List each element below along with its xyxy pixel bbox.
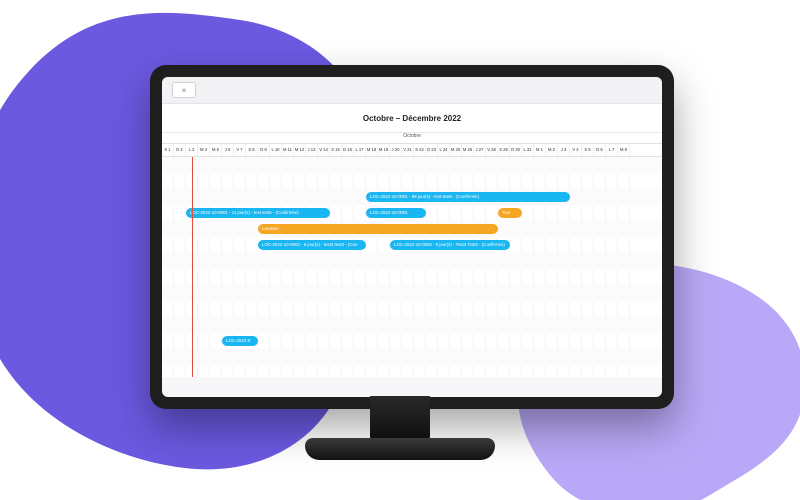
day-header-cell: M 1 xyxy=(534,144,546,156)
day-header-cell: D 9 xyxy=(258,144,270,156)
day-header-cell: S 8 xyxy=(246,144,258,156)
day-header-cell: L 10 xyxy=(270,144,282,156)
day-header-cell: L 17 xyxy=(354,144,366,156)
gantt-bar[interactable]: LOC-2022-0 xyxy=(222,336,258,346)
monitor-stand-neck xyxy=(370,396,430,442)
grid-row xyxy=(162,365,662,377)
close-icon: × xyxy=(182,86,187,95)
day-header-cell: V 28 xyxy=(486,144,498,156)
grid-row xyxy=(162,349,662,365)
gantt-bar[interactable]: Location xyxy=(258,224,498,234)
day-header-cell: S 5 xyxy=(582,144,594,156)
grid-row xyxy=(162,285,662,301)
day-header-cell: S 1 xyxy=(162,144,174,156)
day-header-cell: L 3 xyxy=(186,144,198,156)
day-header-cell: L 24 xyxy=(438,144,450,156)
period-title: Octobre – Décembre 2022 xyxy=(363,114,461,123)
day-header-cell: J 3 xyxy=(558,144,570,156)
grid-row xyxy=(162,253,662,269)
day-header-cell: M 8 xyxy=(618,144,630,156)
day-header-cell: S 15 xyxy=(330,144,342,156)
gantt-grid[interactable]: LOC-2022-10-0001 - 69 jour(s) - test tes… xyxy=(162,157,662,377)
gantt-bar[interactable]: LOC-2022-10-0001 - 69 jour(s) - test tes… xyxy=(366,192,570,202)
day-header-cell: J 6 xyxy=(222,144,234,156)
day-header-cell: J 20 xyxy=(390,144,402,156)
grid-row xyxy=(162,301,662,317)
monitor-frame: × Octobre – Décembre 2022 Octobre S 1D 2… xyxy=(150,65,674,409)
close-button[interactable]: × xyxy=(172,82,196,98)
day-header-cell: D 16 xyxy=(342,144,354,156)
day-header-cell: S 22 xyxy=(414,144,426,156)
day-header-cell: M 2 xyxy=(546,144,558,156)
gantt-bar[interactable]: LOC-2022-10-0003 - 9 jour(s) - Test3 Tes… xyxy=(390,240,510,250)
day-header-cell: V 14 xyxy=(318,144,330,156)
monitor-stand-base xyxy=(305,438,495,460)
day-header-cell: M 11 xyxy=(282,144,294,156)
title-area: Octobre – Décembre 2022 xyxy=(162,104,662,133)
day-header-cell: M 4 xyxy=(198,144,210,156)
day-header-cell: D 23 xyxy=(426,144,438,156)
day-header-cell: S 29 xyxy=(498,144,510,156)
day-header-cell: M 5 xyxy=(210,144,222,156)
day-header-cell: D 30 xyxy=(510,144,522,156)
day-header-cell: D 6 xyxy=(594,144,606,156)
window-topbar: × xyxy=(162,77,662,104)
gantt-bar[interactable]: LOC-2022-10-0002 - 6 jour(s) - test3 tes… xyxy=(258,240,366,250)
day-header-cell: M 12 xyxy=(294,144,306,156)
day-header-cell: J 13 xyxy=(306,144,318,156)
day-header-cell: J 27 xyxy=(474,144,486,156)
day-header-cell: L 7 xyxy=(606,144,618,156)
grid-row xyxy=(162,317,662,333)
day-header-cell: V 21 xyxy=(402,144,414,156)
app-screen: × Octobre – Décembre 2022 Octobre S 1D 2… xyxy=(162,77,662,397)
day-header-cell: M 26 xyxy=(462,144,474,156)
today-marker xyxy=(192,157,193,377)
day-header-cell: M 18 xyxy=(366,144,378,156)
gantt-bar[interactable]: Test xyxy=(498,208,522,218)
month-label: Octobre xyxy=(403,133,421,139)
gantt-bar[interactable]: LOC-2022-10-0001 xyxy=(366,208,426,218)
day-header-cell: D 2 xyxy=(174,144,186,156)
day-header-cell: M 25 xyxy=(450,144,462,156)
grid-row xyxy=(162,173,662,189)
gantt-bar[interactable]: LOC-2022-10-0001 - 11 jour(s) - test tes… xyxy=(186,208,330,218)
day-header-cell: L 31 xyxy=(522,144,534,156)
grid-row xyxy=(162,157,662,173)
day-header-cell: V 7 xyxy=(234,144,246,156)
month-strip: Octobre xyxy=(162,133,662,144)
grid-row xyxy=(162,269,662,285)
day-header-cell: M 19 xyxy=(378,144,390,156)
day-header-row: S 1D 2L 3M 4M 5J 6V 7S 8D 9L 10M 11M 12J… xyxy=(162,144,662,157)
day-header-cell: V 4 xyxy=(570,144,582,156)
